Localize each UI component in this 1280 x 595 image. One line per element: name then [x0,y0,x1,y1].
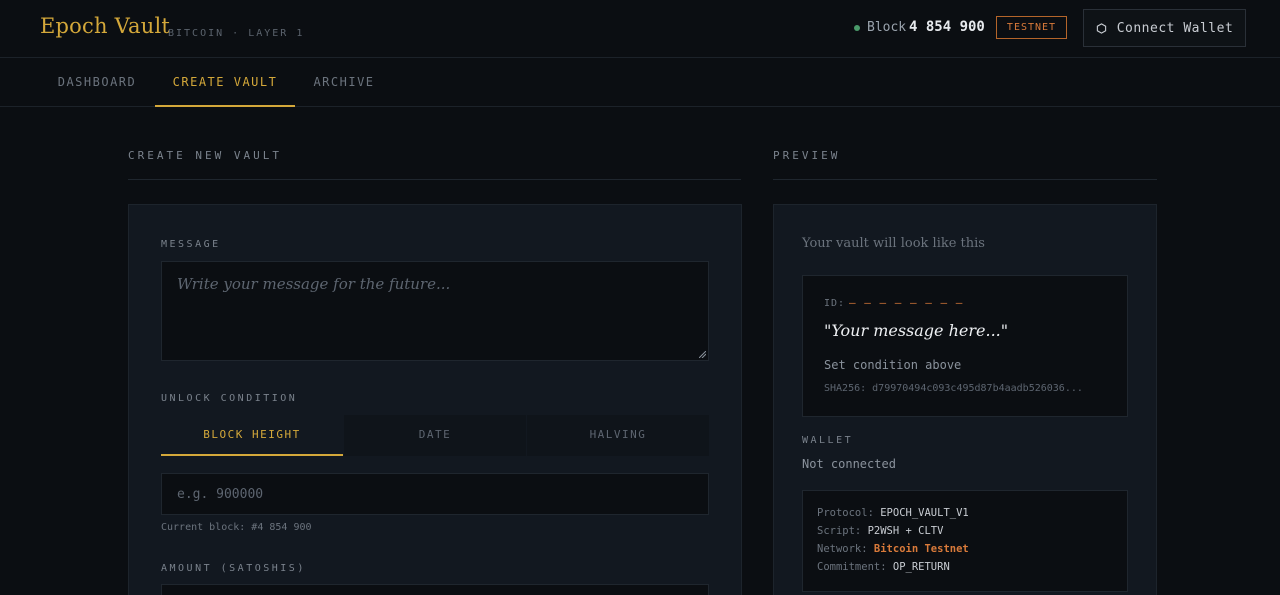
condition-tab-date[interactable]: DATE [344,415,526,456]
app-header: Epoch Vault BITCOIN · LAYER 1 Block 4 85… [0,0,1280,58]
network-badge: TESTNET [996,16,1067,39]
block-height-placeholder: e.g. 900000 [177,487,264,502]
network-row: Network: Bitcoin Testnet [817,543,969,555]
preview-section-title: PREVIEW [773,149,841,162]
vault-message-preview: "Your message here..." [824,321,1009,340]
protocol-label: Protocol: [817,507,874,519]
current-block-hint: Current block: #4 854 900 [161,522,312,533]
connect-wallet-label: Connect Wallet [1116,20,1234,36]
amount-label: AMOUNT (SATOSHIS) [161,563,306,574]
block-number: 4 854 900 [909,19,985,35]
tab-create-vault[interactable]: CREATE VAULT [155,58,295,107]
create-section-title: CREATE NEW VAULT [128,149,282,162]
commitment-row: Commitment: OP_RETURN [817,561,950,573]
vault-sha-hash: SHA256: d79970494c093c495d87b4aadb526036… [824,383,1083,394]
status-dot-icon [854,25,860,31]
protocol-row: Protocol: EPOCH_VAULT_V1 [817,507,969,519]
script-value: P2WSH + CLTV [867,525,944,537]
condition-tab-halving[interactable]: HALVING [527,415,709,456]
tab-archive[interactable]: ARCHIVE [295,58,393,107]
preview-heading: Your vault will look like this [802,236,985,251]
vault-condition-preview: Set condition above [824,358,962,372]
hexagon-icon [1096,22,1106,34]
resize-handle-icon[interactable] [699,351,706,358]
vault-id-label: ID: [824,298,846,309]
script-row: Script: P2WSH + CLTV [817,525,943,537]
amount-input[interactable] [161,584,709,595]
wallet-label: WALLET [802,435,854,446]
protocol-info-card: Protocol: EPOCH_VAULT_V1 Script: P2WSH +… [802,490,1128,592]
message-textarea[interactable]: Write your message for the future... [161,261,709,361]
commitment-label: Commitment: [817,561,887,573]
message-label: MESSAGE [161,239,221,250]
app-title: Epoch Vault [40,14,171,38]
wallet-status: Not connected [802,457,896,471]
tab-dashboard[interactable]: DASHBOARD [40,58,154,107]
divider [128,179,741,180]
vault-id-value: — — — — — — — — [849,296,964,309]
block-height-input[interactable]: e.g. 900000 [161,473,709,515]
app-subtitle: BITCOIN · LAYER 1 [168,28,305,39]
connect-wallet-button[interactable]: Connect Wallet [1083,9,1246,47]
protocol-value: EPOCH_VAULT_V1 [880,507,969,519]
condition-tab-block-height[interactable]: BLOCK HEIGHT [161,415,343,456]
main-tabs: DASHBOARD CREATE VAULT ARCHIVE [0,58,1280,107]
network-label: Network: [817,543,868,555]
commitment-value: OP_RETURN [892,561,950,573]
message-placeholder: Write your message for the future... [177,275,451,293]
vault-preview-card: ID: — — — — — — — — "Your message here..… [802,275,1128,417]
divider [773,179,1157,180]
network-value: Bitcoin Testnet [873,543,969,555]
script-label: Script: [817,525,862,537]
block-label: Block [867,20,907,35]
unlock-condition-label: UNLOCK CONDITION [161,393,298,404]
